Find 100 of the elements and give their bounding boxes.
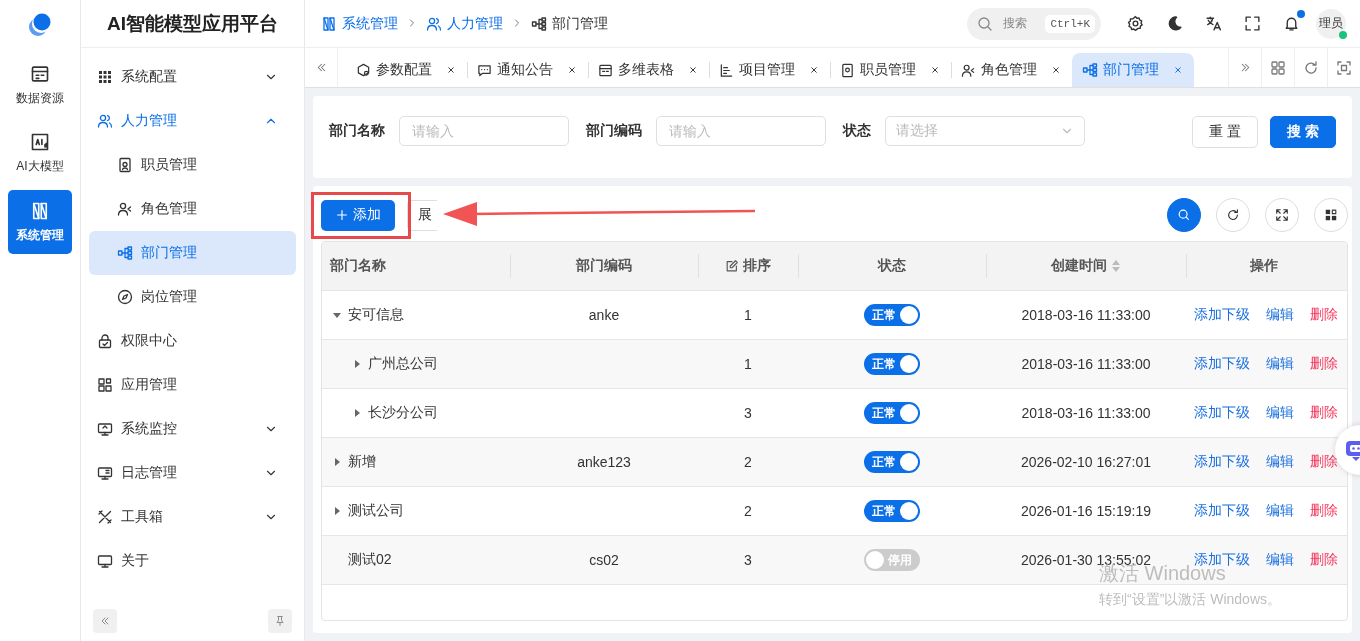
tab[interactable]: 通知公告 [467,53,588,87]
delete-link[interactable]: 删除 [1310,502,1338,520]
input-field[interactable]: 请输入 [399,116,569,146]
action-link[interactable]: 编辑 [1266,404,1294,422]
refresh-button[interactable] [1216,198,1250,232]
status-switch[interactable]: 正常 [864,304,920,326]
delete-link[interactable]: 删除 [1310,306,1338,324]
breadcrumb-link[interactable]: 部门管理 [531,14,608,33]
status-switch[interactable]: 正常 [864,402,920,424]
tab[interactable]: 多维表格 [588,53,709,87]
user-avatar[interactable]: 理员 [1316,8,1346,39]
search-icon [1177,208,1191,222]
notification-button[interactable] [1283,10,1305,32]
tab[interactable]: 项目管理 [709,53,830,87]
search-field[interactable]: 搜索 Ctrl+K [967,7,1101,40]
input-field[interactable]: 请输入 [656,116,826,146]
caret-down-icon[interactable] [332,310,342,320]
translate-icon [1205,15,1222,32]
close-icon [1050,64,1062,76]
action-link[interactable]: 添加下级 [1194,453,1250,471]
action-link[interactable]: 添加下级 [1194,306,1250,324]
gantt-icon [719,62,734,78]
dark-mode-button[interactable] [1166,15,1183,32]
tab[interactable]: 职员管理 [830,53,951,87]
menu-item[interactable]: 日志管理 [89,451,296,495]
settings-button[interactable] [1127,15,1144,32]
menu-item[interactable]: 权限中心 [89,319,296,363]
reset-button[interactable]: 重 置 [1192,116,1259,148]
action-link[interactable]: 添加下级 [1194,551,1250,569]
expand-button[interactable]: 展 [407,199,437,231]
caret-right-icon[interactable] [332,457,342,467]
caret-right-icon[interactable] [352,408,362,418]
message-icon [477,62,492,78]
tab[interactable]: 参数配置 [346,53,467,87]
caret-right-icon[interactable] [352,359,362,369]
delete-link[interactable]: 删除 [1310,404,1338,422]
add-button[interactable]: 添加 [321,199,395,231]
hierarchy-icon [117,245,133,261]
action-link[interactable]: 添加下级 [1194,404,1250,422]
status-switch[interactable]: 正常 [864,500,920,522]
caret-right-icon[interactable] [332,506,342,516]
rail-item[interactable]: 系统管理 [8,190,72,254]
action-link[interactable]: 编辑 [1266,502,1294,520]
fullscreen-icon [1244,15,1261,32]
column-header: 部门编码 [576,257,632,275]
search-button[interactable]: 搜 索 [1270,116,1336,148]
action-link[interactable]: 添加下级 [1194,502,1250,520]
table-icon [30,63,50,84]
menu-item[interactable]: 人力管理 [89,99,296,143]
menu-item[interactable]: 角色管理 [89,187,296,231]
action-link[interactable]: 编辑 [1266,551,1294,569]
breadcrumb-link[interactable]: 系统管理 [321,14,398,33]
double-chevron-left-icon [99,615,111,627]
menu-item[interactable]: 部门管理 [89,231,296,275]
search-button[interactable] [1167,198,1201,232]
table-cell: 2018-03-16 11:33:00 [1021,356,1151,372]
refresh-icon [1226,208,1240,222]
delete-link[interactable]: 删除 [1310,355,1338,373]
table-cell: 2 [744,454,752,470]
table-cell: 测试公司 [348,502,404,520]
table-cell: 3 [744,405,752,421]
action-link[interactable]: 编辑 [1266,306,1294,324]
rail-item[interactable]: 数据资源 [8,54,72,116]
table-icon [598,62,613,78]
columns-icon [1324,208,1338,222]
gear-box-icon [356,62,371,78]
menu-item[interactable]: 岗位管理 [89,275,296,319]
menu-item[interactable]: 关于 [89,539,296,583]
breadcrumb-link[interactable]: 人力管理 [426,14,503,33]
columns-button[interactable] [1314,198,1348,232]
pin-button[interactable] [268,609,292,633]
plus-icon [335,208,349,222]
column-header: 排序 [743,257,771,275]
action-link[interactable]: 编辑 [1266,355,1294,373]
menu-item[interactable]: 系统监控 [89,407,296,451]
rail-item[interactable]: AI大模型 [8,122,72,184]
maximize-icon [1336,59,1352,76]
dots-grid-icon [97,69,113,85]
table-cell: 安可信息 [348,306,404,324]
delete-link[interactable]: 删除 [1310,551,1338,569]
status-switch[interactable]: 正常 [864,451,920,473]
table-cell: 1 [744,307,752,323]
hierarchy-icon [531,15,547,32]
menu-item[interactable]: 应用管理 [89,363,296,407]
menu-item[interactable]: 系统配置 [89,55,296,99]
menu-item[interactable]: 工具箱 [89,495,296,539]
table-cell: 1 [744,356,752,372]
menu-item[interactable]: 职员管理 [89,143,296,187]
field-label: 部门名称 [329,122,385,140]
id-card-icon [840,62,855,78]
action-link[interactable]: 添加下级 [1194,355,1250,373]
fullscreen-button[interactable] [1244,15,1261,32]
language-button[interactable] [1205,15,1222,32]
status-switch[interactable]: 正常 [864,353,920,375]
action-link[interactable]: 编辑 [1266,453,1294,471]
tab[interactable]: 部门管理 [1072,53,1194,87]
lock-icon [97,333,113,349]
tab[interactable]: 角色管理 [951,53,1072,87]
refresh-icon [1303,59,1319,76]
delete-link[interactable]: 删除 [1310,453,1338,471]
